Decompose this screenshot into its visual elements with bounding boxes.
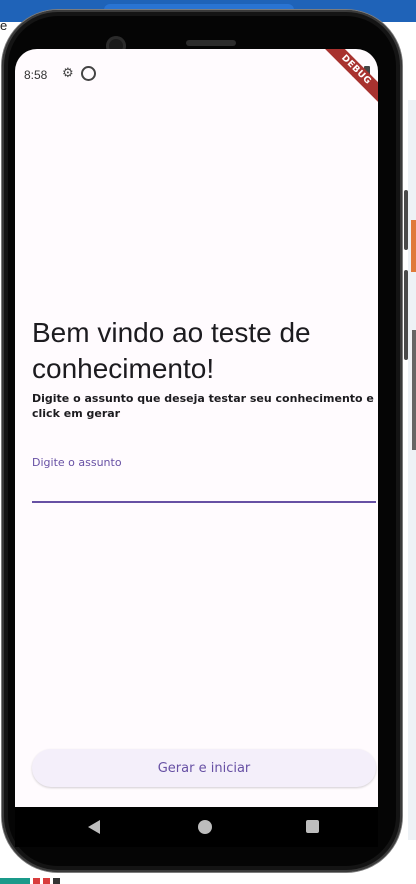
home-icon[interactable]	[198, 820, 212, 834]
power-button[interactable]	[404, 270, 408, 360]
desktop-scroll-marker	[411, 220, 416, 272]
speaker-grille	[186, 40, 236, 46]
app-screen: 8:58 ⚙ DEBUG Bem vindo ao teste de conhe…	[15, 49, 378, 807]
sync-icon	[81, 66, 96, 81]
recents-icon[interactable]	[306, 820, 319, 833]
back-icon[interactable]	[88, 820, 100, 834]
volume-button[interactable]	[404, 190, 408, 250]
system-nav-bar	[15, 807, 378, 847]
status-time: 8:58	[24, 68, 48, 82]
desktop-scrollbar[interactable]	[412, 330, 416, 450]
status-bar: 8:58 ⚙	[15, 49, 378, 89]
desktop-edge-text: e	[0, 18, 8, 33]
subject-field-label: Digite o assunto	[32, 456, 122, 469]
page-title: Bem vindo ao teste de conhecimento!	[32, 317, 311, 384]
desktop-right-strip	[408, 100, 416, 840]
settings-icon: ⚙	[62, 66, 74, 81]
subject-input[interactable]	[32, 471, 376, 503]
generate-start-button[interactable]: Gerar e iniciar	[32, 749, 376, 787]
page-subtitle: Digite o assunto que deseja testar seu c…	[32, 392, 374, 420]
